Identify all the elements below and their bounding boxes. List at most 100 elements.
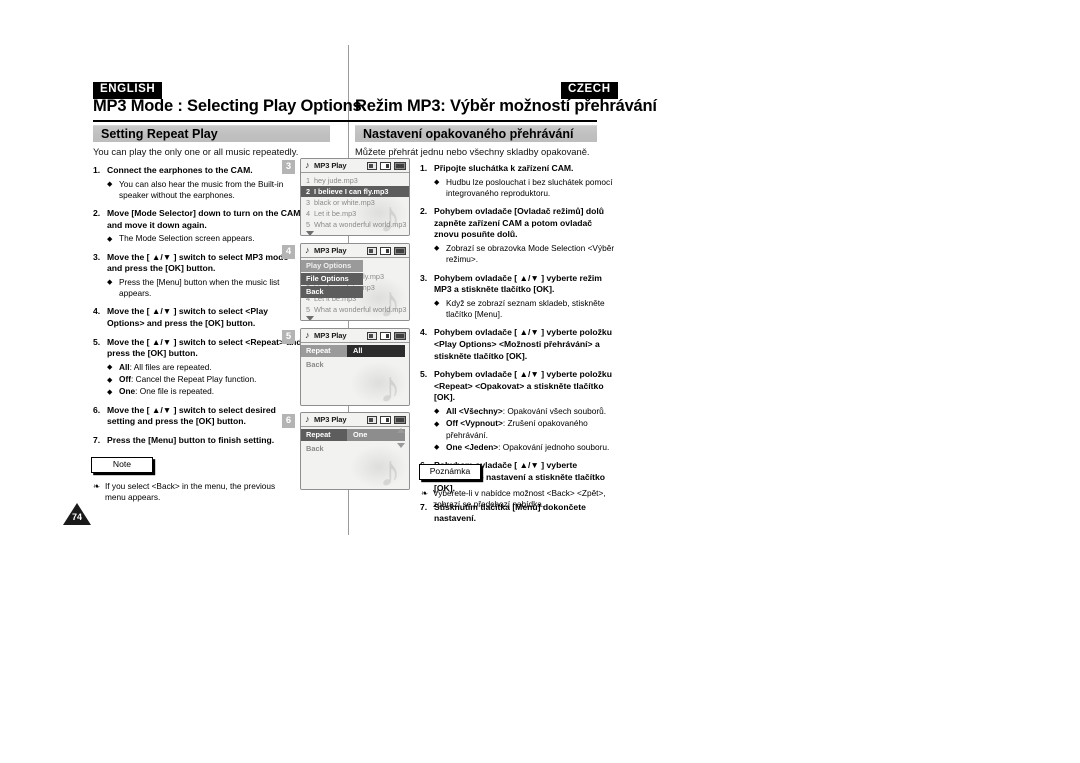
diamond-bullet-icon: ◆: [434, 408, 440, 416]
memory-card-icon: [367, 416, 377, 424]
step-bullet: ◆ Off <Vypnout>: Zrušení opakovaného přeh…: [434, 418, 616, 441]
page-number: 74: [71, 512, 82, 522]
step-text: Move the [ ▲/▼ ] switch to select <Repea…: [107, 336, 302, 359]
diamond-bullet-icon: ◆: [107, 388, 113, 396]
manual-page: ENGLISH CZECH MP3 Mode : Selecting Play …: [0, 0, 1080, 763]
track-list-item[interactable]: 1hey jude.mp3: [301, 175, 409, 186]
lcd-screen-body: ♪1hey jude.mp32I believe I can fly.mp33b…: [301, 173, 409, 235]
music-note-icon: ♪: [305, 330, 310, 340]
scroll-down-arrow-icon[interactable]: [397, 443, 405, 448]
lcd-screen-title: MP3 Play: [314, 330, 347, 340]
scroll-down-arrow-icon[interactable]: [306, 231, 314, 235]
step-number: 5.: [93, 336, 101, 347]
note-label-czech: Poznámka: [429, 466, 471, 476]
instruction-step: 7. Press the [Menu] button to finish sett…: [93, 435, 305, 447]
step-number: 3.: [420, 272, 428, 283]
section-heading-czech-label: Nastavení opakovaného přehrávání: [363, 127, 574, 141]
setting-row-repeat[interactable]: Repeat One: [301, 429, 409, 441]
step-number: 2.: [93, 208, 101, 219]
step-bullet: ◆ Off: Cancel the Repeat Play function.: [107, 374, 305, 385]
step-text: Pohybem ovladače [ ▲/▼ ] vyberte položku…: [434, 369, 612, 403]
setting-row-back[interactable]: Back: [301, 359, 409, 371]
track-list-item[interactable]: 3black or white.mp3: [301, 197, 409, 208]
screen-icon: [380, 416, 391, 424]
step-bullet-text: Zobrazí se obrazovka Mode Selection <Výb…: [446, 242, 615, 265]
lcd-screen: ♪ MP3 Play ♪ Repeat All Back: [300, 328, 410, 406]
setting-row-back[interactable]: Back: [301, 443, 409, 455]
track-number: 3: [306, 198, 311, 207]
diamond-bullet-icon: ◆: [107, 181, 113, 189]
setting-label: Repeat: [301, 345, 347, 357]
step-reference-badge: 5: [282, 330, 295, 344]
track-name: What a wonderful world.mp3: [314, 220, 407, 229]
instruction-step: 3. Pohybem ovladače [ ▲/▼ ] vyberte režim…: [420, 273, 616, 321]
track-name: I believe I can fly.mp3: [314, 187, 389, 196]
instruction-step: 1. Connect the earphones to the CAM. ◆ You …: [93, 165, 305, 201]
step-bullet: ◆ Když se zobrazí seznam skladeb, stiskně…: [434, 298, 616, 321]
lcd-title-bar: ♪ MP3 Play: [301, 244, 409, 258]
step-bullet: ◆ One <Jeden>: Opakování jednoho souboru.: [434, 442, 616, 453]
battery-icon: [394, 416, 406, 424]
step-text: Move the [ ▲/▼ ] switch to select desire…: [107, 404, 276, 427]
lcd-screen-title: MP3 Play: [314, 160, 347, 170]
section-heading-english: Setting Repeat Play: [93, 125, 330, 142]
step-bullet: ◆ Press the [Menu] button when the music …: [107, 277, 305, 300]
diamond-bullet-icon: ◆: [434, 444, 440, 452]
note-text-czech-body: Vyberete-li v nabídce možnost <Back> <Zp…: [433, 488, 606, 510]
menu-item[interactable]: Play Options: [301, 260, 363, 272]
note-box-czech: Poznámka: [419, 464, 481, 480]
menu-item[interactable]: File Options: [301, 273, 363, 285]
scroll-up-arrow-icon[interactable]: [397, 428, 405, 433]
battery-icon: [394, 332, 406, 340]
step-bullet-text: One <Jeden>: Opakování jednoho souboru.: [446, 441, 610, 452]
menu-item[interactable]: Back: [301, 286, 363, 298]
lcd-menu-overlay: Play Options File Options Back: [301, 260, 363, 299]
music-note-icon: ♪: [305, 414, 310, 424]
step-bullet-list: ◆ The Mode Selection screen appears.: [107, 233, 305, 244]
step-number: 7.: [93, 434, 101, 445]
scroll-down-arrow-icon[interactable]: [306, 316, 314, 320]
instruction-step: 4. Pohybem ovladače [ ▲/▼ ] vyberte polož…: [420, 327, 616, 362]
step-bullet-list: ◆ Zobrazí se obrazovka Mode Selection <Vý…: [434, 243, 616, 266]
track-number: 2: [306, 187, 311, 196]
step-bullet: ◆ You can also hear the music from the Bu…: [107, 179, 305, 202]
step-text: Move [Mode Selector] down to turn on the…: [107, 208, 301, 230]
step-bullet: ◆ Zobrazí se obrazovka Mode Selection <Vý…: [434, 243, 616, 266]
screen-icon: [380, 332, 391, 340]
track-number: 5: [306, 220, 311, 229]
diamond-bullet-icon: ◆: [107, 364, 113, 372]
step-text: Pohybem ovladače [ ▲/▼ ] vyberte režim M…: [434, 272, 602, 295]
track-list-item[interactable]: 2I believe I can fly.mp3: [301, 186, 409, 197]
section-intro-english: You can play the only one or all music r…: [93, 146, 299, 157]
memory-card-icon: [367, 247, 377, 255]
lcd-screen-title: MP3 Play: [314, 414, 347, 424]
diamond-bullet-icon: ◆: [434, 300, 440, 308]
step-bullet-list: ◆ Hudbu lze poslouchat i bez sluchátek po…: [434, 177, 616, 200]
step-bullet: ◆ Hudbu lze poslouchat i bez sluchátek po…: [434, 177, 616, 200]
step-text: Connect the earphones to the CAM.: [107, 165, 253, 175]
step-bullet-text: The Mode Selection screen appears.: [119, 233, 255, 244]
step-number: 4.: [420, 327, 428, 338]
setting-value[interactable]: All: [347, 345, 405, 357]
instruction-step: 5. Pohybem ovladače [ ▲/▼ ] vyberte polož…: [420, 369, 616, 453]
memory-card-icon: [367, 332, 377, 340]
diamond-bullet-icon: ◆: [434, 245, 440, 253]
step-bullet: ◆ All <Všechny>: Opakování všech souborů.: [434, 406, 616, 417]
track-list-item[interactable]: 4 Let it be.mp3: [301, 208, 409, 219]
music-note-icon: ♪: [305, 160, 310, 170]
step-bullet: ◆ One: One file is repeated.: [107, 386, 305, 397]
track-list-item[interactable]: 5 What a wonderful world.mp3: [301, 219, 409, 230]
note-label-english: Note: [112, 459, 132, 469]
step-reference-badge: 3: [282, 160, 295, 174]
step-text: Pohybem ovladače [ ▲/▼ ] vyberte položku…: [434, 327, 612, 361]
track-list-item[interactable]: 5 What a wonderful world.mp3: [301, 304, 409, 315]
track-name: What a wonderful world.mp3: [314, 305, 407, 314]
note-text-czech: ❧ Vyberete-li v nabídce možnost <Back> <Z…: [421, 488, 626, 511]
note-box-english: Note: [91, 457, 153, 473]
step-text: Pohybem ovladače [Ovladač režimů] dolů z…: [434, 206, 605, 240]
instruction-step: 2. Pohybem ovladače [Ovladač režimů] dolů…: [420, 206, 616, 265]
diamond-bullet-icon: ◆: [107, 376, 113, 384]
step-number: 2.: [420, 206, 428, 217]
lcd-status-icons: [367, 247, 406, 255]
setting-row-repeat[interactable]: Repeat All: [301, 345, 409, 357]
